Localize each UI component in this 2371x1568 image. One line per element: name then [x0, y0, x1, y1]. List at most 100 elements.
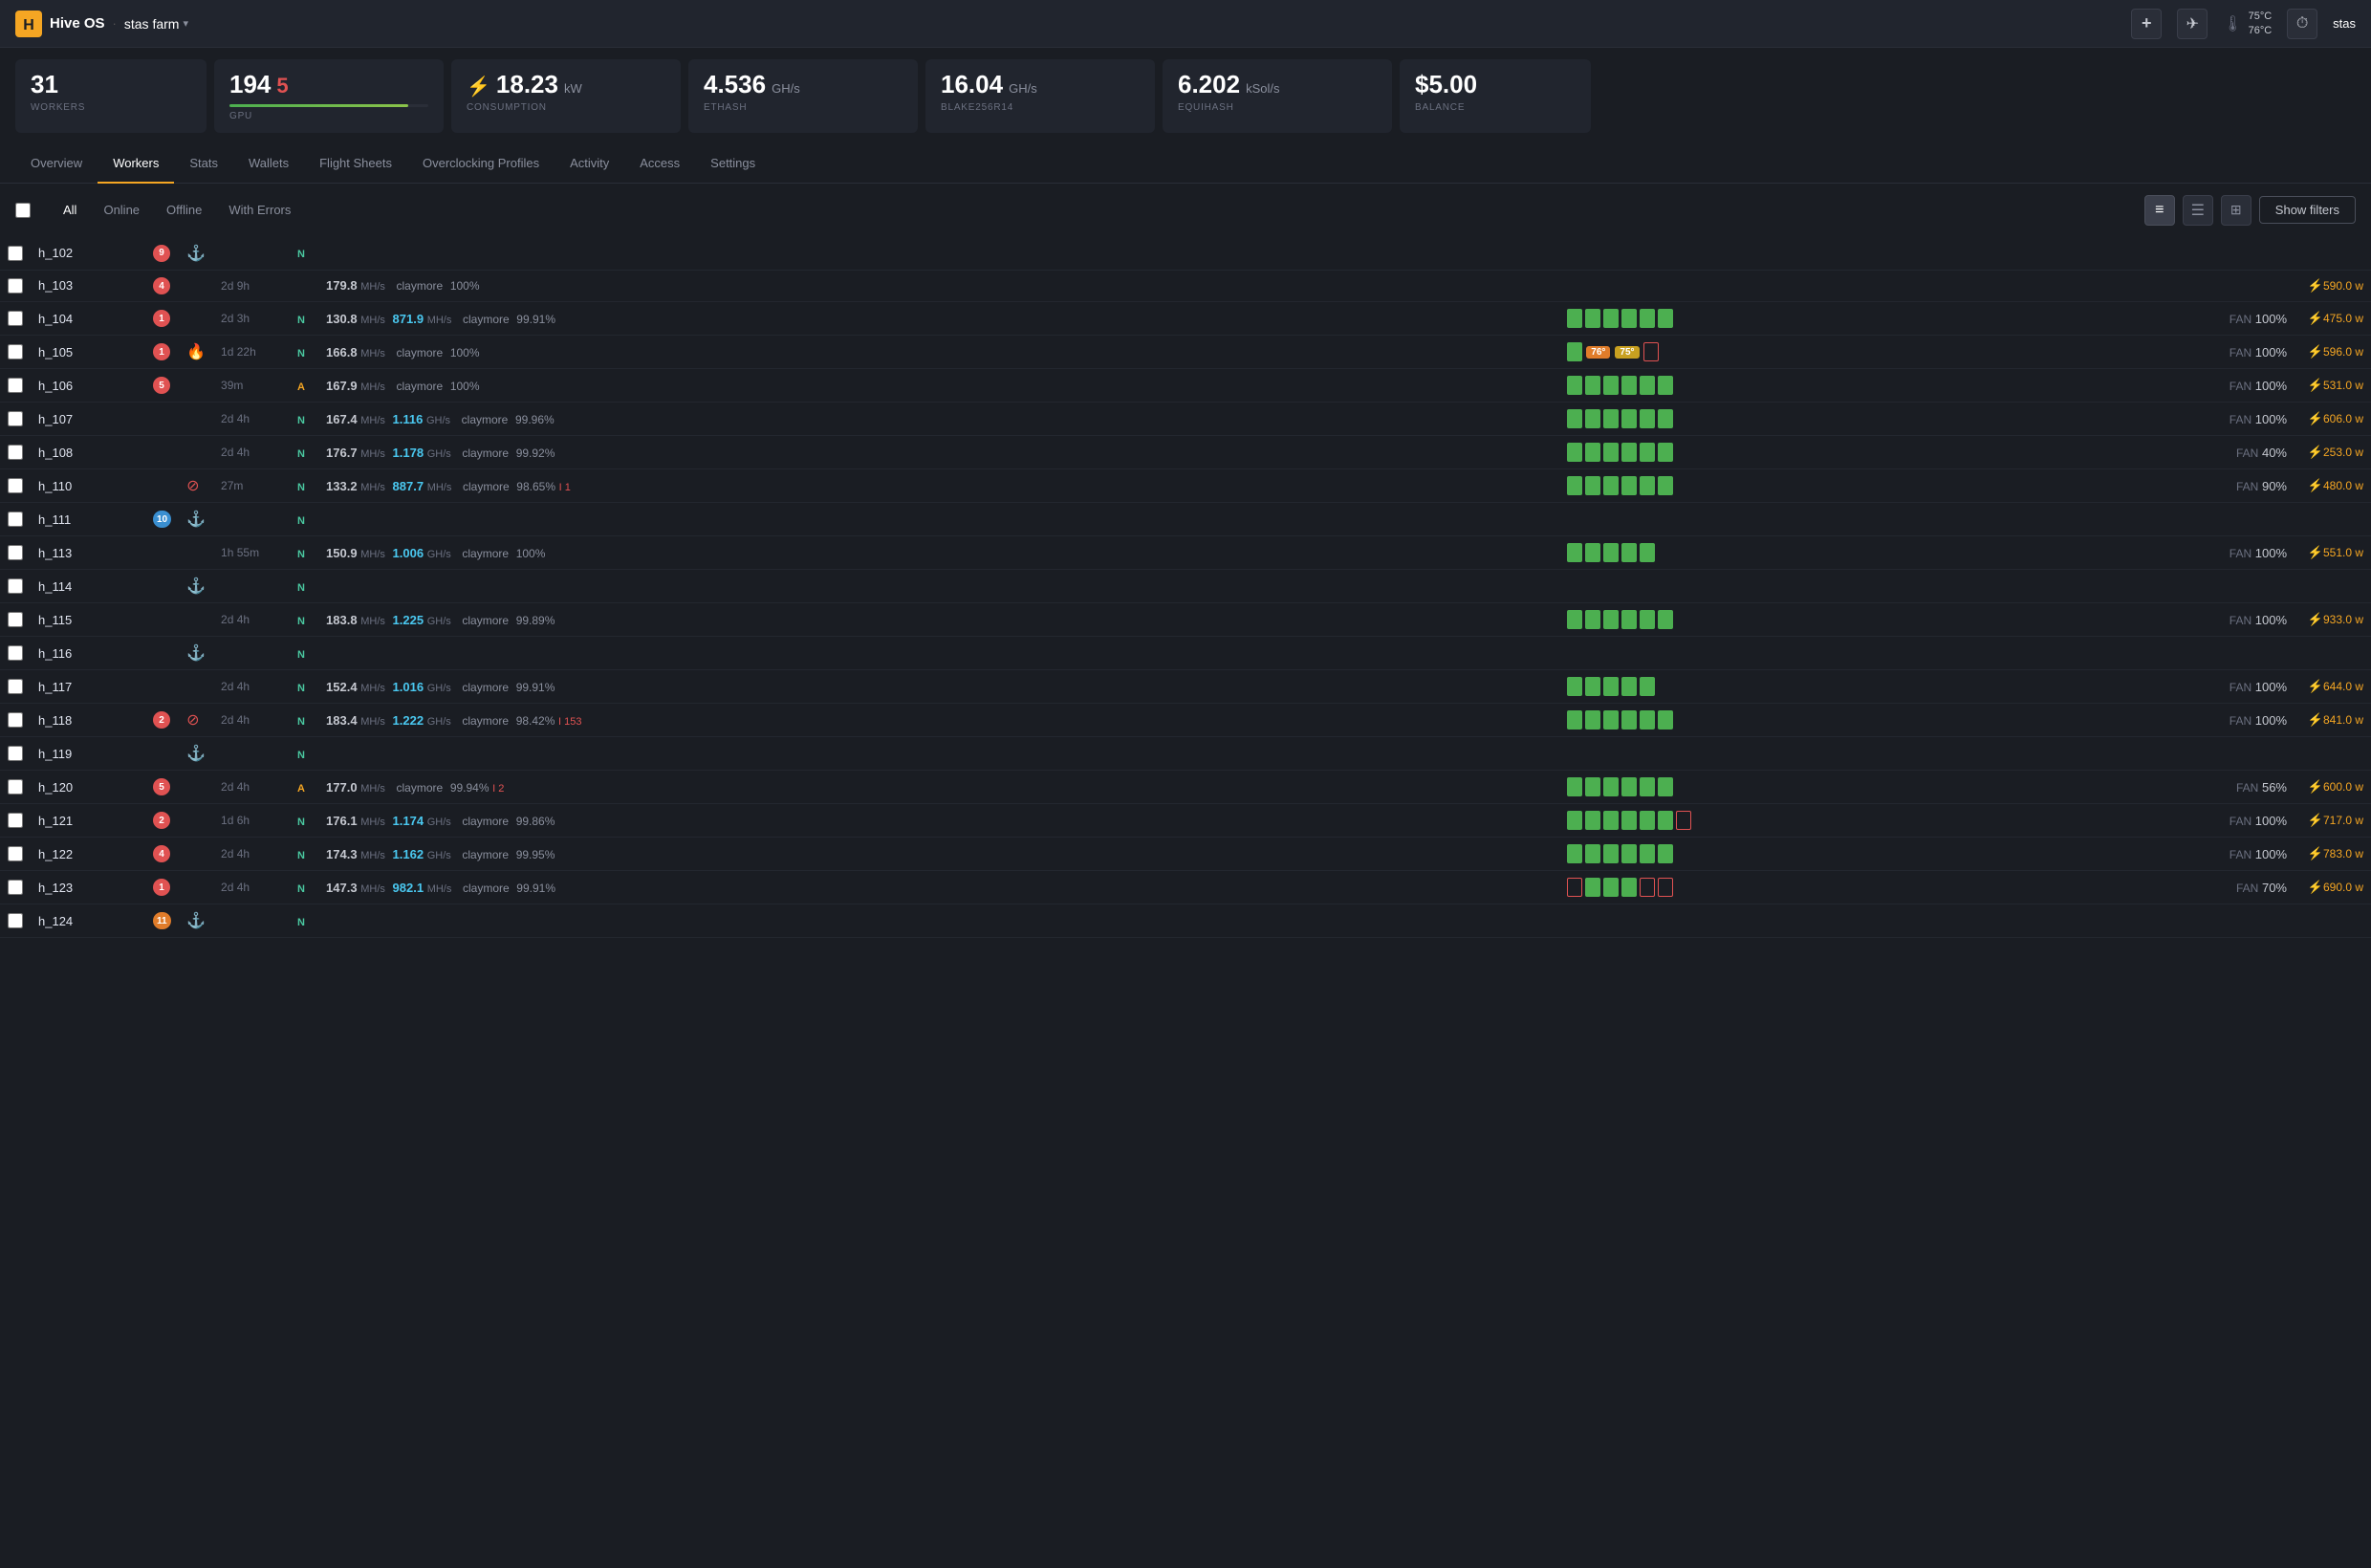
worker-name[interactable]: h_119	[38, 747, 72, 761]
worker-name[interactable]: h_113	[38, 546, 72, 560]
row-checkbox[interactable]	[8, 512, 23, 527]
rocket-button[interactable]: ✈	[2177, 9, 2208, 39]
tab-stats[interactable]: Stats	[174, 144, 233, 184]
tab-access[interactable]: Access	[624, 144, 695, 184]
worker-name[interactable]: h_122	[38, 847, 73, 861]
username[interactable]: stas	[2333, 16, 2356, 31]
farm-name[interactable]: stas farm ▾	[124, 16, 188, 32]
filter-all[interactable]: All	[50, 197, 90, 223]
row-checkbox[interactable]	[8, 612, 23, 627]
row-checkbox[interactable]	[8, 311, 23, 326]
hashrate2-value: 1.178	[393, 446, 424, 460]
row-checkbox[interactable]	[8, 779, 23, 795]
table-row[interactable]: h_12052d 4hA 177.0 MH/s claymore 99.94% …	[0, 771, 2371, 804]
worker-algo-cell: N	[290, 871, 318, 904]
table-row[interactable]: h_116⚓N	[0, 637, 2371, 670]
table-row[interactable]: h_12242d 4hN 174.3 MH/s 1.162 GH/s claym…	[0, 838, 2371, 871]
row-checkbox[interactable]	[8, 645, 23, 661]
gpu-bar	[1585, 677, 1600, 696]
worker-name[interactable]: h_115	[38, 613, 72, 627]
table-row[interactable]: h_10342d 9h 179.8 MH/s claymore 100% ⚡59…	[0, 270, 2371, 302]
tab-wallets[interactable]: Wallets	[233, 144, 304, 184]
table-row[interactable]: h_119⚓N	[0, 737, 2371, 771]
worker-name[interactable]: h_106	[38, 379, 73, 393]
worker-name[interactable]: h_104	[38, 312, 73, 326]
view-grid-button[interactable]: ⊞	[2221, 195, 2251, 226]
table-row[interactable]: h_1072d 4hN 167.4 MH/s 1.116 GH/s claymo…	[0, 403, 2371, 436]
worker-name[interactable]: h_102	[38, 246, 73, 260]
table-row[interactable]: h_114⚓N	[0, 570, 2371, 603]
table-row[interactable]: h_1182⊘2d 4hN 183.4 MH/s 1.222 GH/s clay…	[0, 704, 2371, 737]
filter-offline[interactable]: Offline	[153, 197, 215, 223]
row-checkbox[interactable]	[8, 411, 23, 426]
worker-name[interactable]: h_108	[38, 446, 73, 460]
row-checkbox[interactable]	[8, 712, 23, 728]
row-checkbox[interactable]	[8, 545, 23, 560]
view-list-compact-button[interactable]: ☰	[2183, 195, 2213, 226]
worker-name[interactable]: h_114	[38, 579, 72, 594]
worker-name[interactable]: h_117	[38, 680, 72, 694]
row-checkbox[interactable]	[8, 246, 23, 261]
worker-name[interactable]: h_123	[38, 881, 73, 895]
add-button[interactable]: +	[2131, 9, 2162, 39]
tab-overclocking[interactable]: Overclocking Profiles	[407, 144, 555, 184]
gpu-bar	[1658, 844, 1673, 863]
row-checkbox[interactable]	[8, 913, 23, 928]
lightning-icon: ⚡	[467, 76, 490, 98]
table-row[interactable]: h_1029⚓N	[0, 237, 2371, 271]
worker-name[interactable]: h_107	[38, 412, 73, 426]
row-checkbox[interactable]	[8, 478, 23, 493]
row-checkbox[interactable]	[8, 344, 23, 359]
logo[interactable]: H Hive OS	[15, 11, 105, 37]
worker-name[interactable]: h_118	[38, 713, 72, 728]
table-row[interactable]: h_10412d 3hN 130.8 MH/s 871.9 MH/s claym…	[0, 302, 2371, 336]
row-checkbox[interactable]	[8, 445, 23, 460]
worker-name[interactable]: h_103	[38, 278, 73, 293]
row-checkbox[interactable]	[8, 578, 23, 594]
table-row[interactable]: h_1082d 4hN 176.7 MH/s 1.178 GH/s claymo…	[0, 436, 2371, 469]
table-row[interactable]: h_1152d 4hN 183.8 MH/s 1.225 GH/s claymo…	[0, 603, 2371, 637]
ban-icon: ⊘	[186, 478, 199, 494]
tab-flight-sheets[interactable]: Flight Sheets	[304, 144, 407, 184]
tab-activity[interactable]: Activity	[555, 144, 624, 184]
row-checkbox[interactable]	[8, 813, 23, 828]
select-all-checkbox[interactable]	[15, 203, 31, 218]
table-row[interactable]: h_1051🔥1d 22hN 166.8 MH/s claymore 100% …	[0, 336, 2371, 369]
row-checkbox[interactable]	[8, 679, 23, 694]
tab-overview[interactable]: Overview	[15, 144, 98, 184]
row-checkbox[interactable]	[8, 746, 23, 761]
nav-tabs: Overview Workers Stats Wallets Flight Sh…	[0, 144, 2371, 184]
filter-with-errors[interactable]: With Errors	[215, 197, 304, 223]
row-checkbox[interactable]	[8, 846, 23, 861]
gpu-bars	[1567, 376, 2191, 395]
table-row[interactable]: h_12312d 4hN 147.3 MH/s 982.1 MH/s claym…	[0, 871, 2371, 904]
row-checkbox[interactable]	[8, 378, 23, 393]
worker-name[interactable]: h_120	[38, 780, 73, 795]
worker-name[interactable]: h_105	[38, 345, 73, 359]
worker-power-cell: ⚡551.0 w	[2295, 536, 2371, 570]
worker-gpu-bars-cell: 76°75°	[1559, 336, 2199, 369]
row-checkbox[interactable]	[8, 880, 23, 895]
worker-name[interactable]: h_111	[38, 512, 71, 527]
worker-name[interactable]: h_121	[38, 814, 73, 828]
worker-algo: A	[297, 381, 305, 393]
gpu-bar-dead	[1676, 811, 1691, 830]
table-row[interactable]: h_1172d 4hN 152.4 MH/s 1.016 GH/s claymo…	[0, 670, 2371, 704]
table-row[interactable]: h_110⊘27mN 133.2 MH/s 887.7 MH/s claymor…	[0, 469, 2371, 503]
filter-online[interactable]: Online	[90, 197, 153, 223]
clock-button[interactable]: ⏱	[2287, 9, 2317, 39]
view-list-detail-button[interactable]: ≡	[2144, 195, 2175, 226]
tab-workers[interactable]: Workers	[98, 144, 174, 184]
row-checkbox[interactable]	[8, 278, 23, 294]
worker-name[interactable]: h_116	[38, 646, 72, 661]
table-row[interactable]: h_106539mA 167.9 MH/s claymore 100% FAN …	[0, 369, 2371, 403]
table-row[interactable]: h_12121d 6hN 176.1 MH/s 1.174 GH/s claym…	[0, 804, 2371, 838]
table-row[interactable]: h_11110⚓N	[0, 503, 2371, 536]
worker-name[interactable]: h_110	[38, 479, 72, 493]
worker-uptime	[213, 237, 290, 271]
table-row[interactable]: h_12411⚓N	[0, 904, 2371, 938]
tab-settings[interactable]: Settings	[695, 144, 771, 184]
worker-name[interactable]: h_124	[38, 914, 73, 928]
show-filters-button[interactable]: Show filters	[2259, 196, 2356, 224]
table-row[interactable]: h_1131h 55mN 150.9 MH/s 1.006 GH/s claym…	[0, 536, 2371, 570]
